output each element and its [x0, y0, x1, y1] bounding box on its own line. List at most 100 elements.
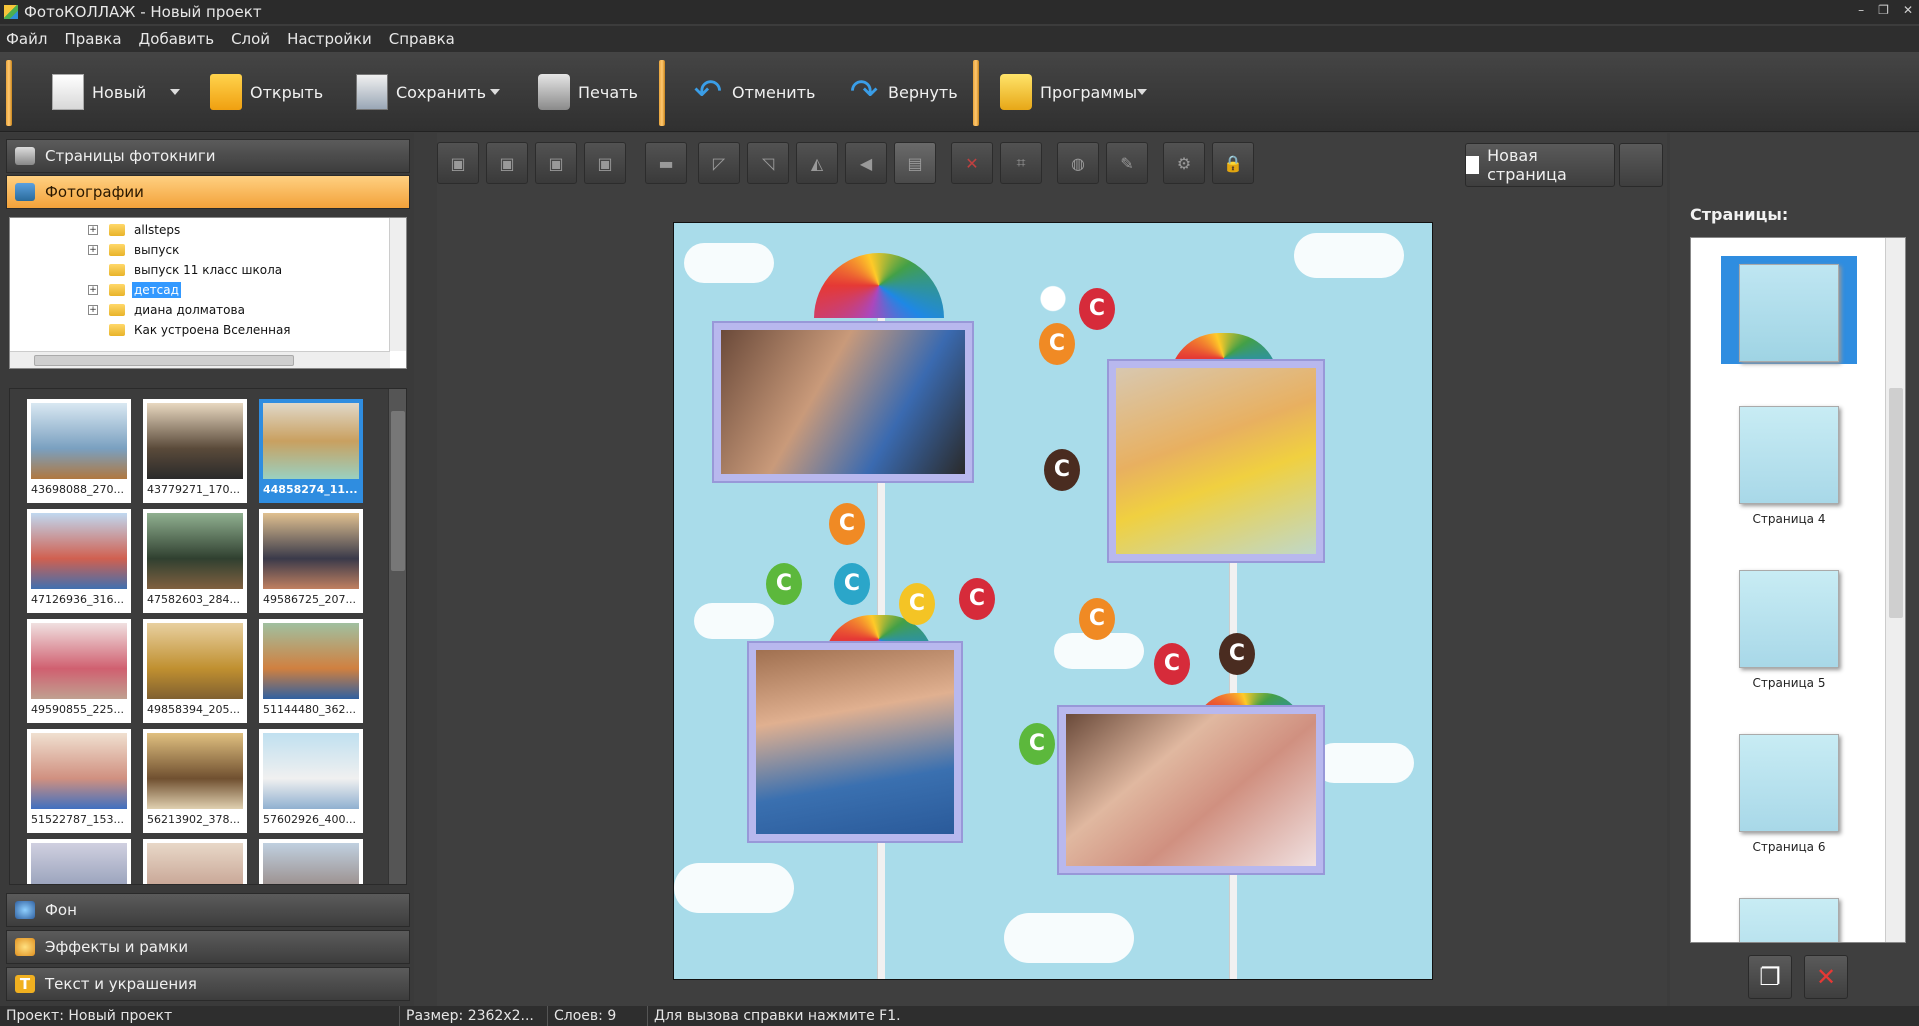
page-thumbnail[interactable]: Страница 3 — [1721, 256, 1857, 384]
page-thumbnail[interactable]: Страница 4 — [1729, 406, 1849, 526]
photo-thumbnail[interactable]: 51522787_153... — [27, 729, 131, 833]
photo-thumbnail[interactable] — [143, 839, 247, 884]
lock-icon[interactable]: 🔒 — [1212, 142, 1254, 184]
align-icon[interactable]: ▬ — [645, 142, 687, 184]
menu-file[interactable]: Файл — [6, 30, 47, 48]
tree-vertical-scrollbar[interactable] — [389, 218, 406, 351]
collage-photo[interactable] — [1109, 361, 1323, 561]
new-dropdown-icon[interactable] — [170, 89, 180, 95]
accordion-text[interactable]: T Текст и украшения — [6, 967, 410, 1001]
bring-to-front-icon[interactable]: ▣ — [437, 142, 479, 184]
thumbnail-image — [31, 513, 127, 589]
photo-thumbnail[interactable]: 47126936_316... — [27, 509, 131, 613]
folder-icon — [210, 74, 242, 110]
menu-settings[interactable]: Настройки — [287, 30, 372, 48]
thumbnail-caption: 49590855_225... — [31, 703, 124, 716]
expand-icon[interactable]: + — [88, 285, 98, 295]
print-button[interactable]: Печать — [538, 66, 638, 118]
close-icon[interactable]: ✕ — [1903, 3, 1913, 17]
candy-decoration: C — [1154, 643, 1190, 685]
text-icon: T — [15, 975, 35, 993]
accordion-effects-label: Эффекты и рамки — [45, 938, 189, 956]
photo-thumbnail[interactable]: 56213902_378... — [143, 729, 247, 833]
collage-photo[interactable] — [749, 643, 961, 841]
tree-horizontal-scrollbar[interactable] — [10, 351, 390, 368]
page-thumbnail[interactable] — [1729, 898, 1849, 942]
programs-button[interactable]: Программы — [1000, 66, 1137, 118]
menu-layer[interactable]: Слой — [231, 30, 270, 48]
photo-thumbnail[interactable]: 43698088_270... — [27, 399, 131, 503]
photo-image — [1116, 368, 1316, 554]
scroll-thumb[interactable] — [34, 355, 294, 366]
flip-horizontal-icon[interactable]: ◭ — [796, 142, 838, 184]
photo-thumbnail[interactable]: 47582603_284... — [143, 509, 247, 613]
collage-photo[interactable] — [1059, 707, 1323, 873]
menu-help[interactable]: Справка — [389, 30, 455, 48]
save-button[interactable]: Сохранить — [356, 66, 486, 118]
save-dropdown-icon[interactable] — [490, 89, 500, 95]
page-thumbnail-label: Страница 4 — [1752, 512, 1826, 526]
candy-decoration: C — [1079, 598, 1115, 640]
thumbnail-caption: 56213902_378... — [147, 813, 240, 826]
maximize-icon[interactable]: ❐ — [1878, 3, 1889, 17]
send-backward-icon[interactable]: ▣ — [535, 142, 577, 184]
undo-button[interactable]: ↶ Отменить — [692, 66, 816, 118]
minimize-icon[interactable]: – — [1858, 3, 1864, 17]
magic-wand-icon[interactable]: ✎ — [1106, 142, 1148, 184]
photo-thumbnail[interactable] — [259, 839, 363, 884]
photo-thumbnail[interactable]: 51144480_362... — [259, 619, 363, 723]
menu-add[interactable]: Добавить — [139, 30, 215, 48]
scroll-thumb[interactable] — [391, 411, 405, 571]
photo-thumbnail[interactable]: 57602926_400... — [259, 729, 363, 833]
photocollage-app: ФотоКОЛЛАЖ - Новый проект – ❐ ✕ Файл Пра… — [0, 0, 1919, 1026]
page-thumbnail[interactable]: Страница 5 — [1729, 570, 1849, 690]
photo-thumbnail[interactable]: 49586725_207... — [259, 509, 363, 613]
print-label: Печать — [578, 82, 638, 102]
collage-page[interactable]: C C C C C C C C C C C C — [673, 222, 1433, 980]
thumbnails-scrollbar[interactable] — [388, 389, 406, 884]
photo-thumbnail[interactable] — [27, 839, 131, 884]
thumbnail-caption: 51144480_362... — [263, 703, 356, 716]
expand-icon[interactable]: + — [88, 225, 98, 235]
rotate-right-icon[interactable]: ◹ — [747, 142, 789, 184]
folder-icon — [109, 264, 125, 276]
photo-thumbnail[interactable]: 49590855_225... — [27, 619, 131, 723]
accordion-text-label: Текст и украшения — [45, 975, 197, 993]
gear-icon[interactable]: ⚙ — [1163, 142, 1205, 184]
page-thumbnail[interactable]: Страница 6 — [1729, 734, 1849, 854]
redo-button[interactable]: ↷ Вернуть — [848, 66, 958, 118]
bring-forward-icon[interactable]: ▣ — [486, 142, 528, 184]
duplicate-page-button[interactable]: ❐ — [1748, 955, 1792, 999]
flip-vertical-icon[interactable]: ◀ — [845, 142, 887, 184]
programs-dropdown-icon[interactable] — [1137, 89, 1147, 95]
collage-photo[interactable] — [714, 323, 972, 481]
candy-decoration: C — [1219, 633, 1255, 675]
palette-icon — [15, 938, 35, 956]
photo-thumbnail[interactable]: 44858274_11... — [259, 399, 363, 503]
expand-icon[interactable]: + — [88, 245, 98, 255]
menu-edit[interactable]: Правка — [64, 30, 121, 48]
accordion-effects[interactable]: Эффекты и рамки — [6, 930, 410, 964]
photo-thumbnail[interactable]: 49858394_205... — [143, 619, 247, 723]
accordion-background[interactable]: Фон — [6, 893, 410, 927]
new-button[interactable]: Новый — [52, 66, 146, 118]
pages-scrollbar[interactable] — [1885, 238, 1905, 942]
crop-icon[interactable]: ⌗ — [1000, 142, 1042, 184]
candy-decoration: C — [1039, 323, 1075, 365]
thumbnail-caption: 57602926_400... — [263, 813, 356, 826]
expand-icon[interactable]: + — [88, 305, 98, 315]
accordion-pages[interactable]: Страницы фотокниги — [6, 139, 410, 173]
new-page-button[interactable]: Новая страница — [1465, 143, 1615, 187]
rotate-left-icon[interactable]: ◸ — [698, 142, 740, 184]
image-mode-icon[interactable]: ▤ — [894, 142, 936, 184]
accordion-photos[interactable]: Фотографии — [6, 175, 410, 209]
canvas-toolbar: ▣ ▣ ▣ ▣ ▬ ◸ ◹ ◭ ◀ ▤ ✕ ⌗ ◍ ✎ ⚙ 🔒 — [437, 141, 1261, 185]
scroll-thumb[interactable] — [1889, 388, 1903, 618]
delete-page-button[interactable]: ✕ — [1804, 955, 1848, 999]
delete-icon[interactable]: ✕ — [951, 142, 993, 184]
photo-thumbnail[interactable]: 43779271_170... — [143, 399, 247, 503]
page-settings-button[interactable] — [1619, 143, 1663, 187]
open-button[interactable]: Открыть — [210, 66, 323, 118]
effects-icon[interactable]: ◍ — [1057, 142, 1099, 184]
send-to-back-icon[interactable]: ▣ — [584, 142, 626, 184]
